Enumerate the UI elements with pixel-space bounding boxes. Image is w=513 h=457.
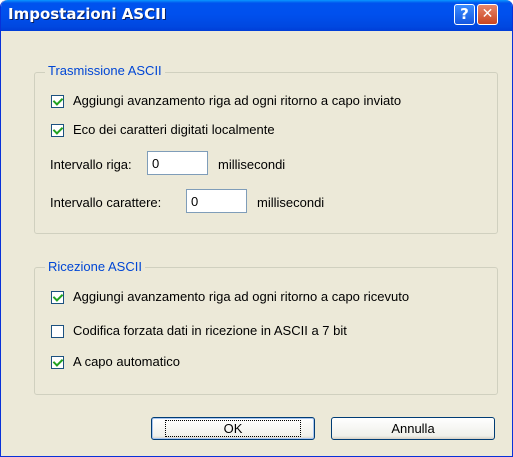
ok-button[interactable]: OK	[151, 417, 315, 440]
receive-group-legend: Ricezione ASCII	[45, 259, 145, 274]
send-group-legend: Trasmissione ASCII	[45, 63, 165, 78]
line-delay-input[interactable]	[147, 151, 208, 175]
char-delay-unit: millisecondi	[257, 195, 325, 210]
cancel-button[interactable]: Annulla	[331, 417, 495, 440]
receive-add-line-feed-checkbox[interactable]	[51, 291, 64, 304]
char-delay-input[interactable]	[186, 189, 247, 213]
help-icon[interactable]: ?	[454, 4, 475, 25]
force-7bit-checkbox[interactable]	[51, 325, 64, 338]
local-echo-checkbox[interactable]	[51, 124, 64, 137]
send-add-line-feed-label[interactable]: Aggiungi avanzamento riga ad ogni ritorn…	[73, 93, 401, 108]
local-echo-label[interactable]: Eco dei caratteri digitati localmente	[73, 122, 275, 137]
send-add-line-feed-checkbox[interactable]	[51, 95, 64, 108]
force-7bit-label[interactable]: Codifica forzata dati in ricezione in AS…	[73, 323, 347, 338]
char-delay-label: Intervallo carattere:	[50, 195, 162, 210]
close-icon[interactable]: ✕	[477, 4, 498, 25]
line-delay-label: Intervallo riga:	[50, 157, 132, 172]
ascii-settings-dialog: Impostazioni ASCII ? ✕ Trasmissione ASCI…	[0, 0, 513, 457]
title-bar[interactable]: Impostazioni ASCII ? ✕	[1, 0, 512, 31]
receive-add-line-feed-label[interactable]: Aggiungi avanzamento riga ad ogni ritorn…	[73, 289, 409, 304]
window-title: Impostazioni ASCII	[8, 5, 167, 23]
wrap-label[interactable]: A capo automatico	[73, 354, 180, 369]
wrap-checkbox[interactable]	[51, 356, 64, 369]
ok-button-label: OK	[164, 420, 302, 437]
line-delay-unit: millisecondi	[218, 157, 286, 172]
